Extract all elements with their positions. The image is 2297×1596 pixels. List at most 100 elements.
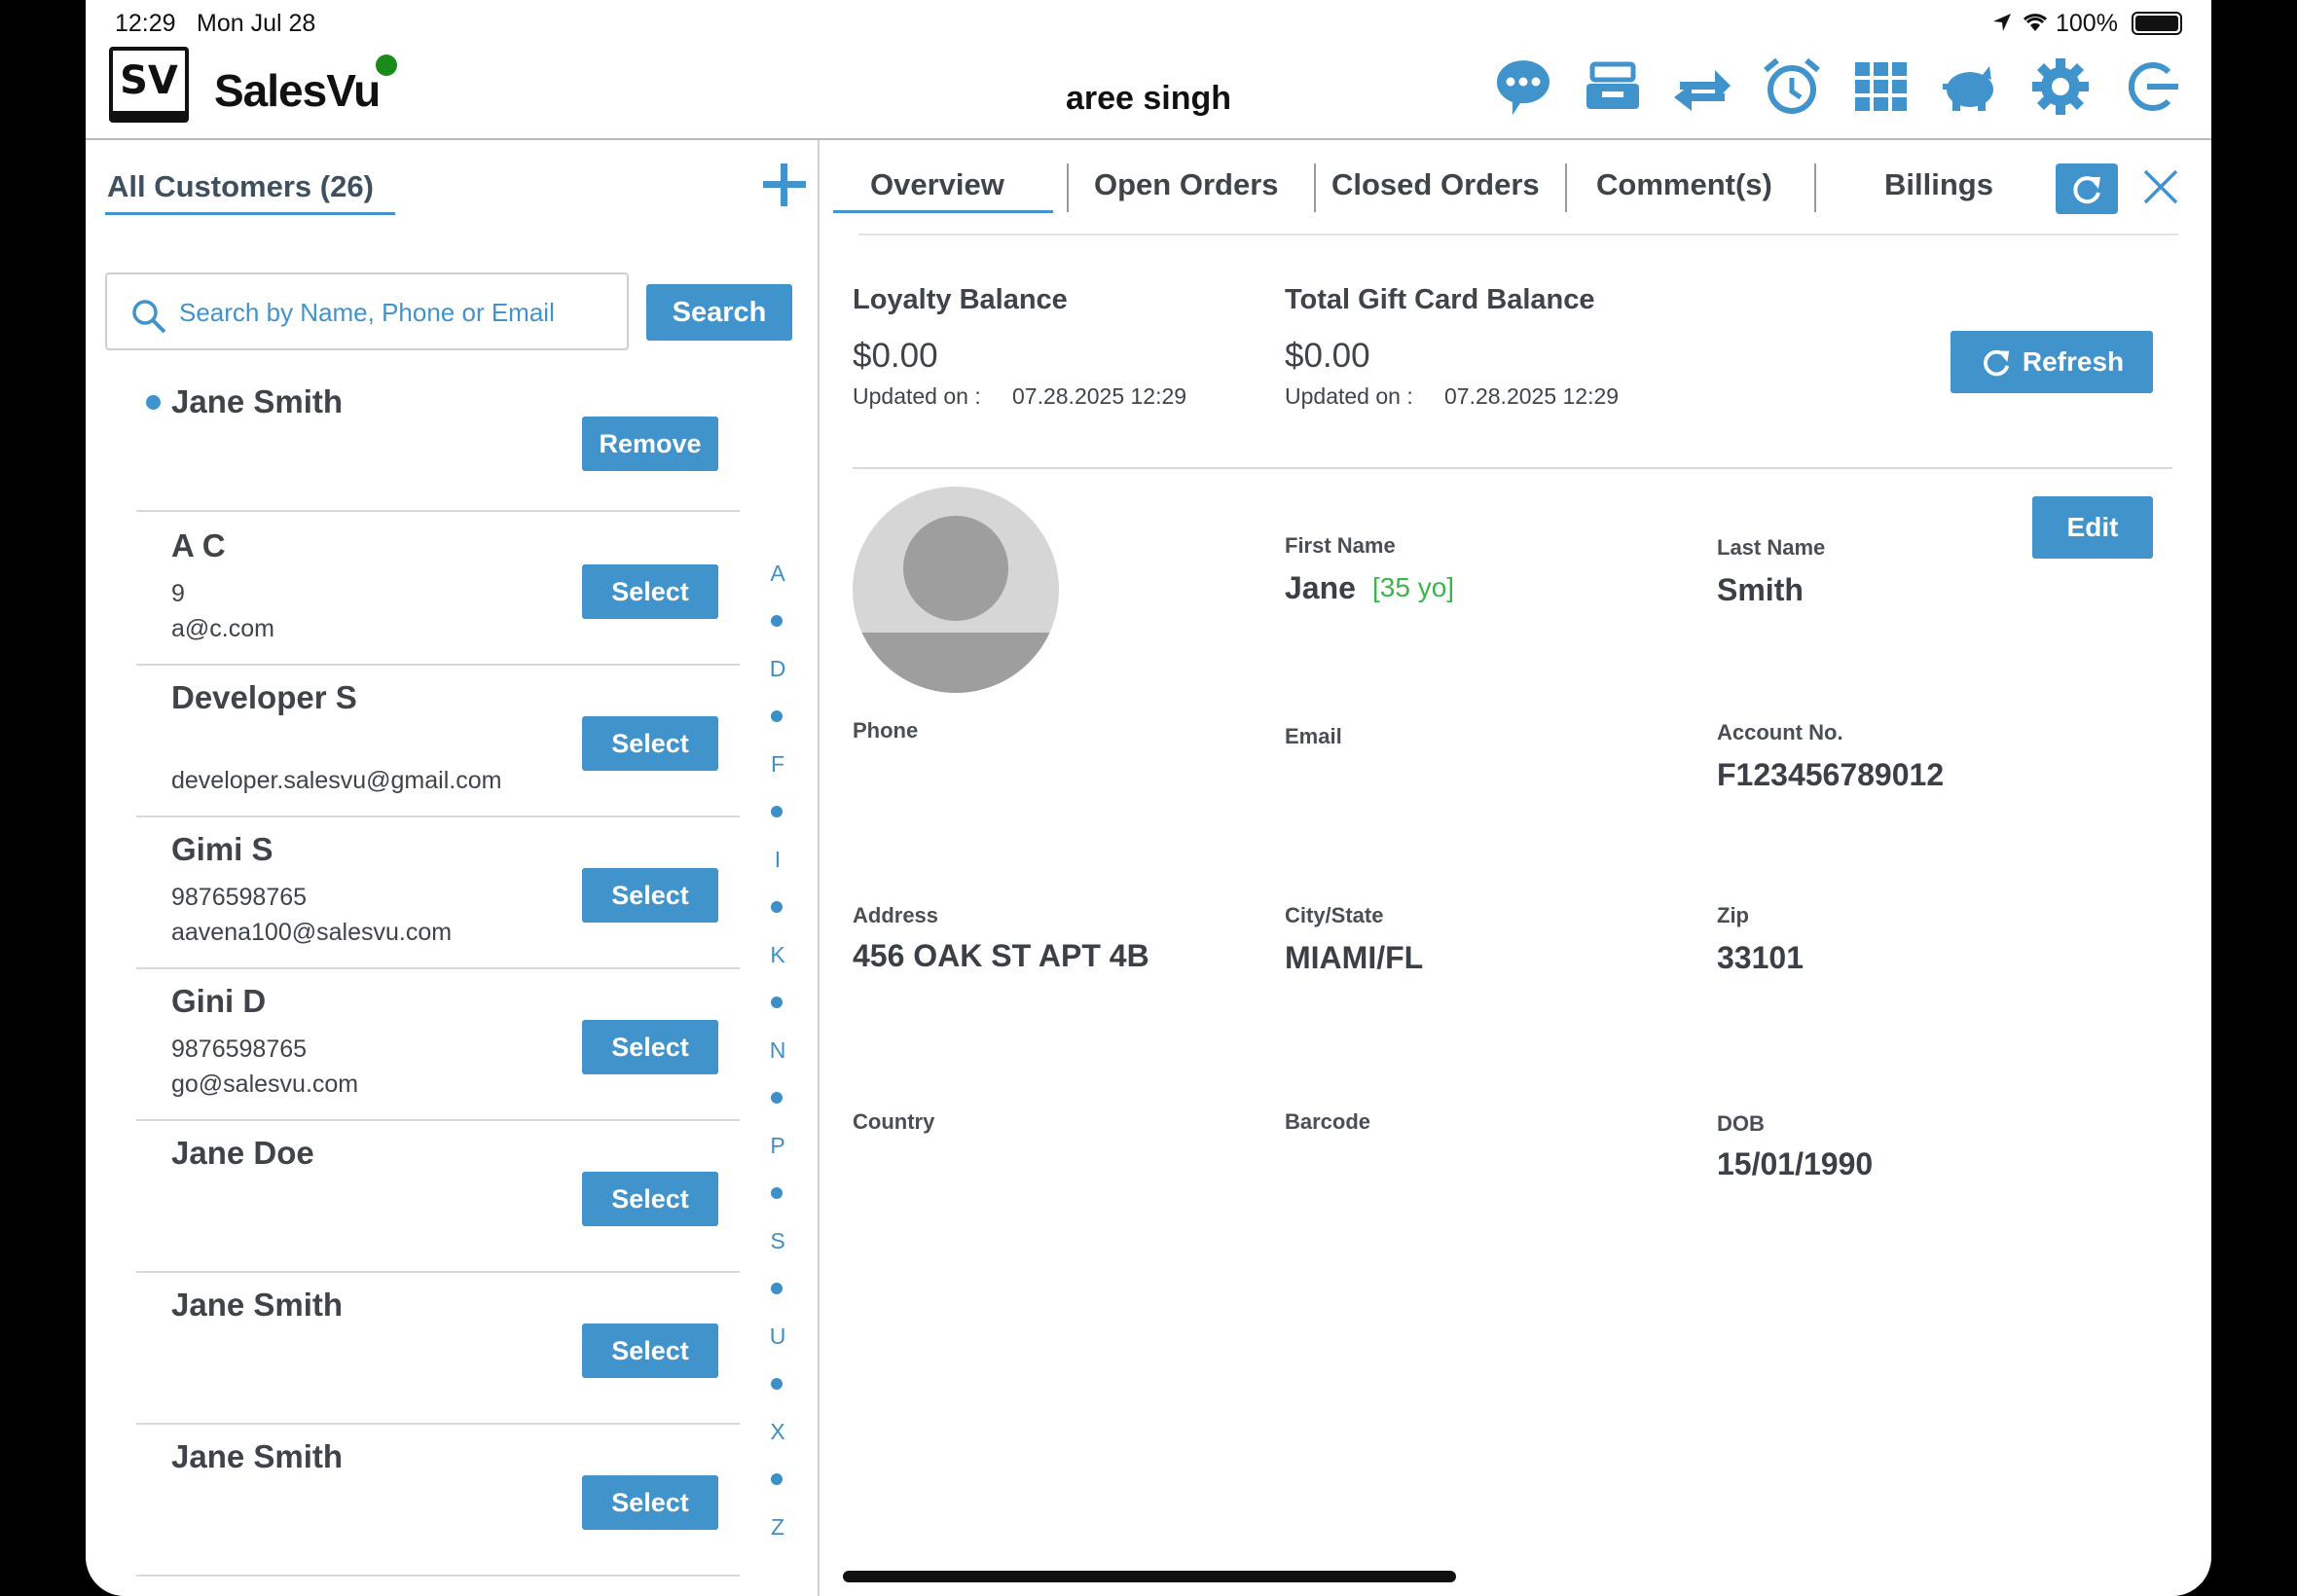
index-dot [771,806,783,817]
battery-percent: 100% [2056,10,2118,37]
list-item[interactable]: Developer S developer.salesvu@gmail.com Se… [136,666,740,817]
customer-phone: 9 [171,580,185,607]
select-button[interactable]: Select [582,564,718,619]
chat-icon[interactable] [1491,54,1555,119]
tab-separator [1814,163,1816,212]
refresh-button[interactable]: Refresh [1951,331,2153,393]
country-label: Country [853,1109,935,1134]
index-letter-s[interactable]: S [763,1228,792,1254]
index-letter-i[interactable]: I [763,847,792,873]
customers-title-underline [105,212,395,215]
gift-card-label: Total Gift Card Balance [1285,284,1595,315]
customer-email: a@c.com [171,615,274,642]
header-divider [86,138,2211,140]
tab-overview[interactable]: Overview [870,167,1004,202]
index-dot [771,1187,783,1199]
select-button[interactable]: Select [582,1020,718,1074]
index-letter-f[interactable]: F [763,751,792,778]
tab-separator [1565,163,1567,212]
location-icon [1993,14,2011,31]
gear-icon[interactable] [2028,54,2093,119]
reload-button[interactable] [2056,163,2118,214]
customer-name: Jane Smith [171,1438,344,1474]
zip-value: 33101 [1717,940,1804,975]
barcode-label: Barcode [1285,1109,1371,1134]
search-button[interactable]: Search [646,284,792,341]
piggy-bank-icon[interactable] [1939,54,2003,119]
dob-label: DOB [1717,1111,1765,1136]
refresh-icon [1983,349,2010,377]
tab-closed-orders[interactable]: Closed Orders [1331,167,1540,202]
last-name-label: Last Name [1717,535,1826,560]
grid-icon[interactable] [1849,54,1914,119]
customer-name: Jane Smith [171,1287,344,1323]
search-icon [132,300,166,334]
index-dot [771,710,783,722]
refresh-label: Refresh [2022,346,2125,377]
app-window: 12:29 Mon Jul 28 100% SV SalesVu aree si… [86,0,2211,1596]
list-item[interactable]: Jane Doe Select [136,1121,740,1273]
index-letter-x[interactable]: X [763,1419,792,1445]
index-letter-a[interactable]: A [763,561,792,587]
alarm-icon[interactable] [1760,54,1824,119]
logout-icon[interactable] [2118,54,2182,119]
drawer-icon[interactable] [1581,54,1645,119]
home-indicator [843,1571,1456,1582]
list-item[interactable]: Jane Smith Select [136,1273,740,1425]
loyalty-label: Loyalty Balance [853,284,1068,315]
avatar [853,487,1059,693]
wifi-icon [2023,14,2048,31]
tabs-divider [858,234,2178,236]
selected-divider [136,510,740,512]
tab-billings[interactable]: Billings [1884,167,1993,202]
index-letter-d[interactable]: D [763,656,792,682]
list-item[interactable]: Gini D 9876598765 go@salesvu.com Select [136,969,740,1121]
select-button[interactable]: Select [582,716,718,771]
email-label: Email [1285,724,1342,748]
tab-overview-underline [833,210,1053,213]
selected-dot [146,395,161,410]
close-icon[interactable] [2141,167,2180,206]
remove-button[interactable]: Remove [582,417,718,471]
list-item[interactable]: Gimi S 9876598765 aavena100@salesvu.com Sel… [136,817,740,969]
list-item[interactable]: A C 9 a@c.com Select [136,514,740,666]
customer-name: Gini D [171,983,267,1019]
tab-open-orders[interactable]: Open Orders [1094,167,1279,202]
customer-email: developer.salesvu@gmail.com [171,767,502,794]
customer-name: Developer S [171,679,357,715]
account-label: Account No. [1717,720,1843,744]
index-dot [771,997,783,1008]
customer-email: go@salesvu.com [171,1070,359,1098]
tab-comments[interactable]: Comment(s) [1596,167,1772,202]
index-dot [771,1283,783,1294]
battery-icon [2132,12,2182,35]
gift-card-value: $0.00 [1285,337,1370,375]
customer-name: Gimi S [171,831,273,867]
phone-label: Phone [853,718,919,743]
index-letter-p[interactable]: P [763,1133,792,1159]
online-indicator [376,54,397,76]
index-dot [771,901,783,913]
index-letter-n[interactable]: N [763,1037,792,1064]
select-button[interactable]: Select [582,1475,718,1530]
city-state-value: MIAMI/FL [1285,940,1424,975]
select-button[interactable]: Select [582,1172,718,1226]
index-letter-z[interactable]: Z [763,1514,792,1541]
list-item[interactable]: Jane Smith Select [136,1425,740,1577]
address-label: Address [853,903,939,927]
zip-label: Zip [1717,903,1749,927]
customers-title[interactable]: All Customers (26) [107,169,374,204]
index-letter-k[interactable]: K [763,942,792,968]
index-dot [771,1473,783,1485]
customer-email: aavena100@salesvu.com [171,919,453,946]
gift-card-updated-date: 07.28.2025 12:29 [1444,383,1620,409]
transfer-icon[interactable] [1670,54,1734,119]
address-value: 456 OAK ST APT 4B [853,938,1149,973]
index-letter-u[interactable]: U [763,1324,792,1350]
edit-button[interactable]: Edit [2032,496,2153,559]
select-button[interactable]: Select [582,1324,718,1378]
select-button[interactable]: Select [582,868,718,923]
search-input[interactable]: Search by Name, Phone or Email [105,272,629,350]
loyalty-value: $0.00 [853,337,938,375]
add-customer-button[interactable] [761,162,808,208]
